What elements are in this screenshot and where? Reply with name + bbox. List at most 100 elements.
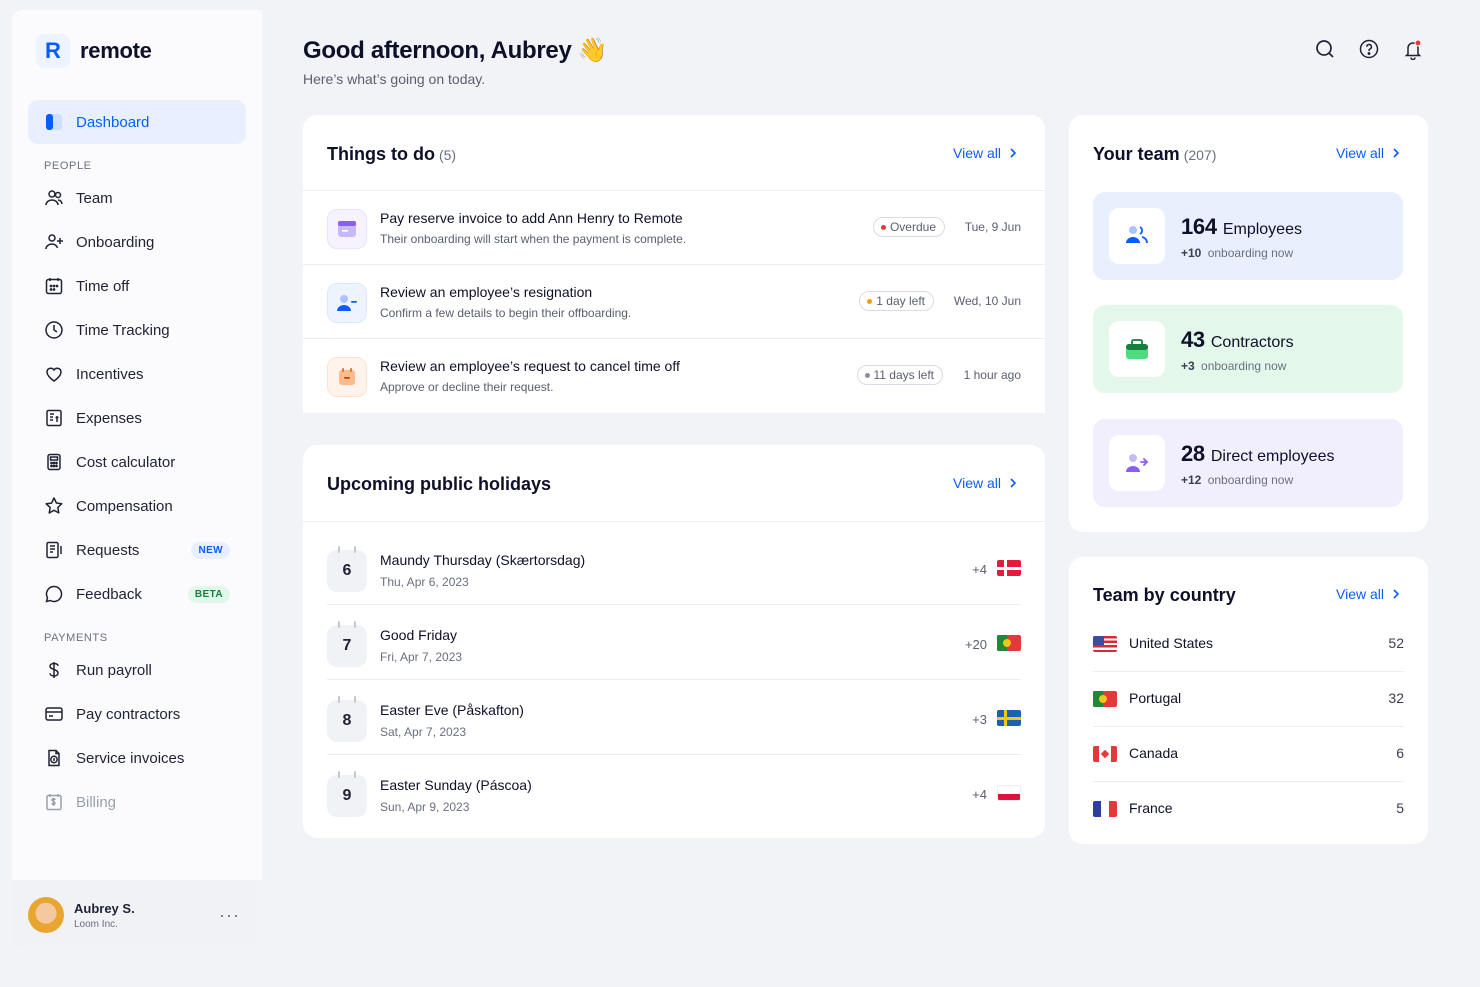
briefcase-icon [1109, 321, 1165, 377]
notification-bell-icon[interactable] [1402, 38, 1424, 60]
holidays-title: Upcoming public holidays [327, 474, 552, 494]
sidebar-section-people: PEOPLE [44, 160, 92, 172]
todo-item-date: Wed, 10 Jun [953, 294, 1021, 308]
wave-icon: 👋 [577, 37, 608, 64]
holiday-name: Good Friday [380, 627, 458, 643]
sidebar-item-dashboard[interactable]: Dashboard [28, 100, 246, 144]
todo-item[interactable]: Pay reserve invoice to add Ann Henry to … [303, 190, 1045, 264]
sidebar-item-label: Feedback [76, 585, 142, 603]
calendar-cancel-icon [327, 357, 367, 397]
chevron-right-icon [1392, 586, 1400, 602]
beta-badge: BETA [187, 585, 230, 603]
denmark-flag-icon [997, 560, 1021, 576]
team-card: Your team (207) View all 164 Employees +10… [1069, 115, 1428, 532]
holiday-name: Maundy Thursday (Skærtorsdag) [380, 552, 586, 568]
sidebar-item-onboarding[interactable]: Onboarding [28, 220, 246, 264]
sidebar-item-label: Compensation [76, 497, 173, 515]
sidebar-item-cost-calculator[interactable]: Cost calculator [28, 440, 246, 484]
heart-icon [44, 364, 64, 384]
holiday-item[interactable]: 7 Good Friday Fri, Apr 7, 2023 +20 [327, 605, 1021, 680]
todo-item-subtitle: Approve or decline their request. [380, 380, 554, 394]
holiday-extra-countries: +4 [972, 787, 987, 802]
team-view-all-link[interactable]: View all [1336, 145, 1400, 161]
todo-item-subtitle: Confirm a few details to begin their off… [380, 306, 632, 320]
sidebar-item-run-payroll[interactable]: Run payroll [28, 648, 246, 692]
holiday-date: Sun, Apr 9, 2023 [380, 800, 470, 814]
chevron-right-icon [1009, 475, 1017, 491]
france-flag-icon [1093, 801, 1117, 817]
employees-icon [1109, 208, 1165, 264]
page-title: Good afternoon, Aubrey 👋 [303, 37, 608, 64]
country-name: Portugal [1129, 690, 1182, 706]
direct-employees-tile[interactable]: 28 Direct employees +12 onboarding now [1093, 419, 1403, 507]
status-badge: 11 days left [856, 365, 943, 385]
sidebar-item-incentives[interactable]: Incentives [28, 352, 246, 396]
sidebar: R remote Dashboard PEOPLE Team Onboardin… [12, 10, 262, 950]
todo-title: Things to do (5) [327, 144, 457, 164]
star-icon [44, 496, 64, 516]
calendar-icon [44, 276, 64, 296]
todo-view-all-link[interactable]: View all [953, 145, 1017, 161]
country-item[interactable]: Canada 6 [1093, 727, 1404, 782]
country-count: 52 [1388, 635, 1404, 651]
sidebar-item-expenses[interactable]: Expenses [28, 396, 246, 440]
sidebar-item-label: Onboarding [76, 233, 155, 251]
holiday-name: Easter Eve (Påskafton) [380, 702, 524, 718]
team-title: Your team (207) [1093, 144, 1217, 164]
sidebar-section-payments: PAYMENTS [44, 632, 108, 644]
sidebar-item-service-invoices[interactable]: Service invoices [28, 736, 246, 780]
sidebar-item-label: Dashboard [76, 113, 150, 131]
country-count: 6 [1396, 745, 1404, 761]
help-icon[interactable] [1358, 38, 1380, 60]
contractors-tile[interactable]: 43 Contractors +3 onboarding now [1093, 305, 1403, 393]
country-item[interactable]: Portugal 32 [1093, 672, 1404, 727]
chevron-right-icon [1392, 145, 1400, 161]
holiday-name: Easter Sunday (Páscoa) [380, 777, 532, 793]
clock-icon [44, 320, 64, 340]
chat-icon [44, 584, 64, 604]
country-name: France [1129, 800, 1173, 816]
country-count: 5 [1396, 800, 1404, 816]
sidebar-item-label: Time off [76, 277, 130, 295]
country-view-all-link[interactable]: View all [1336, 586, 1400, 602]
sidebar-item-billing[interactable]: Billing [28, 780, 246, 824]
search-icon[interactable] [1314, 38, 1336, 60]
country-name: Canada [1129, 745, 1179, 761]
employees-count: 164 Employees [1181, 214, 1302, 239]
user-profile[interactable]: Aubrey S. Loom Inc. ··· [12, 880, 262, 950]
country-item[interactable]: United States 52 [1093, 617, 1404, 672]
holiday-date: Sat, Apr 7, 2023 [380, 725, 467, 739]
todo-item-title: Pay reserve invoice to add Ann Henry to … [380, 210, 683, 226]
divider [303, 521, 1045, 522]
sidebar-item-pay-contractors[interactable]: Pay contractors [28, 692, 246, 736]
calculator-icon [44, 452, 64, 472]
holidays-view-all-link[interactable]: View all [953, 475, 1017, 491]
todo-item-title: Review an employee’s resignation [380, 284, 593, 300]
direct-employees-count: 28 Direct employees [1181, 441, 1335, 466]
employees-onboarding: +10 onboarding now [1181, 246, 1294, 260]
brand[interactable]: R remote [36, 34, 152, 68]
todo-item[interactable]: Review an employee’s request to cancel t… [303, 338, 1045, 412]
person-arrow-icon [1109, 435, 1165, 491]
holiday-item[interactable]: 8 Easter Eve (Påskafton) Sat, Apr 7, 202… [327, 680, 1021, 755]
sidebar-item-time-tracking[interactable]: Time Tracking [28, 308, 246, 352]
sidebar-item-compensation[interactable]: Compensation [28, 484, 246, 528]
sidebar-item-team[interactable]: Team [28, 176, 246, 220]
more-options-icon[interactable]: ··· [219, 905, 240, 926]
sidebar-item-label: Expenses [76, 409, 142, 427]
sidebar-item-label: Team [76, 189, 113, 207]
sidebar-item-label: Time Tracking [76, 321, 170, 339]
new-badge: NEW [191, 541, 230, 559]
sidebar-item-feedback[interactable]: Feedback BETA [28, 572, 246, 616]
user-name: Aubrey S. [74, 900, 135, 916]
sidebar-item-requests[interactable]: Requests NEW [28, 528, 246, 572]
todo-item[interactable]: Review an employee’s resignation Confirm… [303, 264, 1045, 338]
holidays-card: Upcoming public holidays View all 6 Maun… [303, 445, 1045, 838]
holiday-item[interactable]: 9 Easter Sunday (Páscoa) Sun, Apr 9, 202… [327, 755, 1021, 830]
holiday-item[interactable]: 6 Maundy Thursday (Skærtorsdag) Thu, Apr… [327, 530, 1021, 605]
sidebar-item-label: Cost calculator [76, 453, 176, 471]
country-item[interactable]: France 5 [1093, 782, 1404, 837]
dashboard-icon [44, 112, 64, 132]
employees-tile[interactable]: 164 Employees +10 onboarding now [1093, 192, 1403, 280]
sidebar-item-time-off[interactable]: Time off [28, 264, 246, 308]
